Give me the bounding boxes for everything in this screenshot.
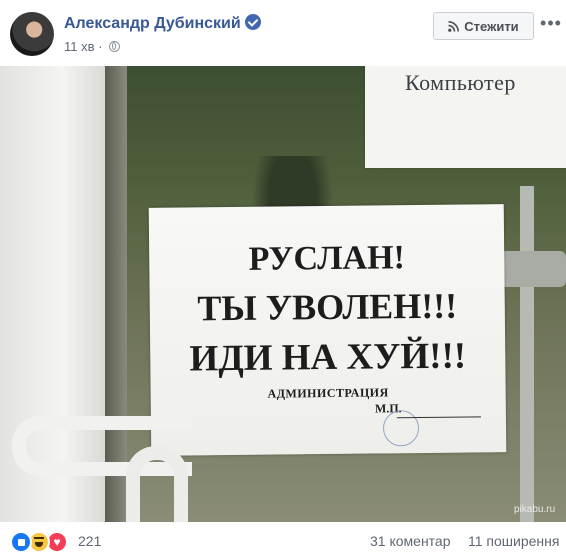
author-avatar[interactable]	[10, 12, 54, 56]
author-name-link[interactable]: Александр Дубинский	[64, 14, 261, 33]
follow-button[interactable]: Стежити	[433, 12, 534, 40]
more-options-button[interactable]: •••	[540, 14, 562, 34]
railing	[500, 251, 566, 287]
shares-count-link[interactable]: 11 поширення	[468, 533, 559, 549]
paper-sign: РУСЛАН! ТЫ УВОЛЕН!!! ИДИ НА ХУЙ!!! АДМИН…	[148, 204, 507, 456]
post-footer: 221 31 коментар 11 поширення	[0, 522, 566, 559]
photo-watermark: pikabu.ru	[514, 504, 556, 515]
top-sign: Компьютер	[365, 66, 566, 168]
post-meta: 11 хв ·	[64, 39, 121, 54]
signature-line	[396, 416, 481, 419]
door-handle-lower	[126, 446, 188, 522]
comments-count-link[interactable]: 31 коментар	[370, 533, 451, 549]
public-globe-icon[interactable]	[109, 41, 121, 52]
post-photo[interactable]: Компьютер РУСЛАН! ТЫ УВОЛЕН!!! ИДИ НА ХУ…	[0, 66, 566, 522]
stamp-mark	[382, 410, 420, 447]
author-name[interactable]: Александр Дубинский	[64, 15, 241, 32]
verified-badge-icon	[244, 14, 261, 30]
top-sign-text: Компьютер	[405, 70, 516, 95]
reactions-summary[interactable]	[10, 531, 68, 553]
railing-post	[520, 186, 534, 522]
post-time[interactable]: 11 хв	[64, 39, 95, 54]
rss-icon	[448, 20, 460, 32]
like-icon	[10, 531, 32, 553]
reaction-count[interactable]: 221	[78, 533, 101, 549]
sign-line-1: РУСЛАН!	[248, 239, 406, 278]
sign-line-3: ИДИ НА ХУЙ!!!	[189, 335, 467, 380]
sign-line-2: ТЫ УВОЛЕН!!!	[197, 285, 458, 329]
post-header: Александр Дубинский 11 хв · Стежити •••	[0, 0, 566, 66]
follow-label: Стежити	[464, 18, 519, 34]
